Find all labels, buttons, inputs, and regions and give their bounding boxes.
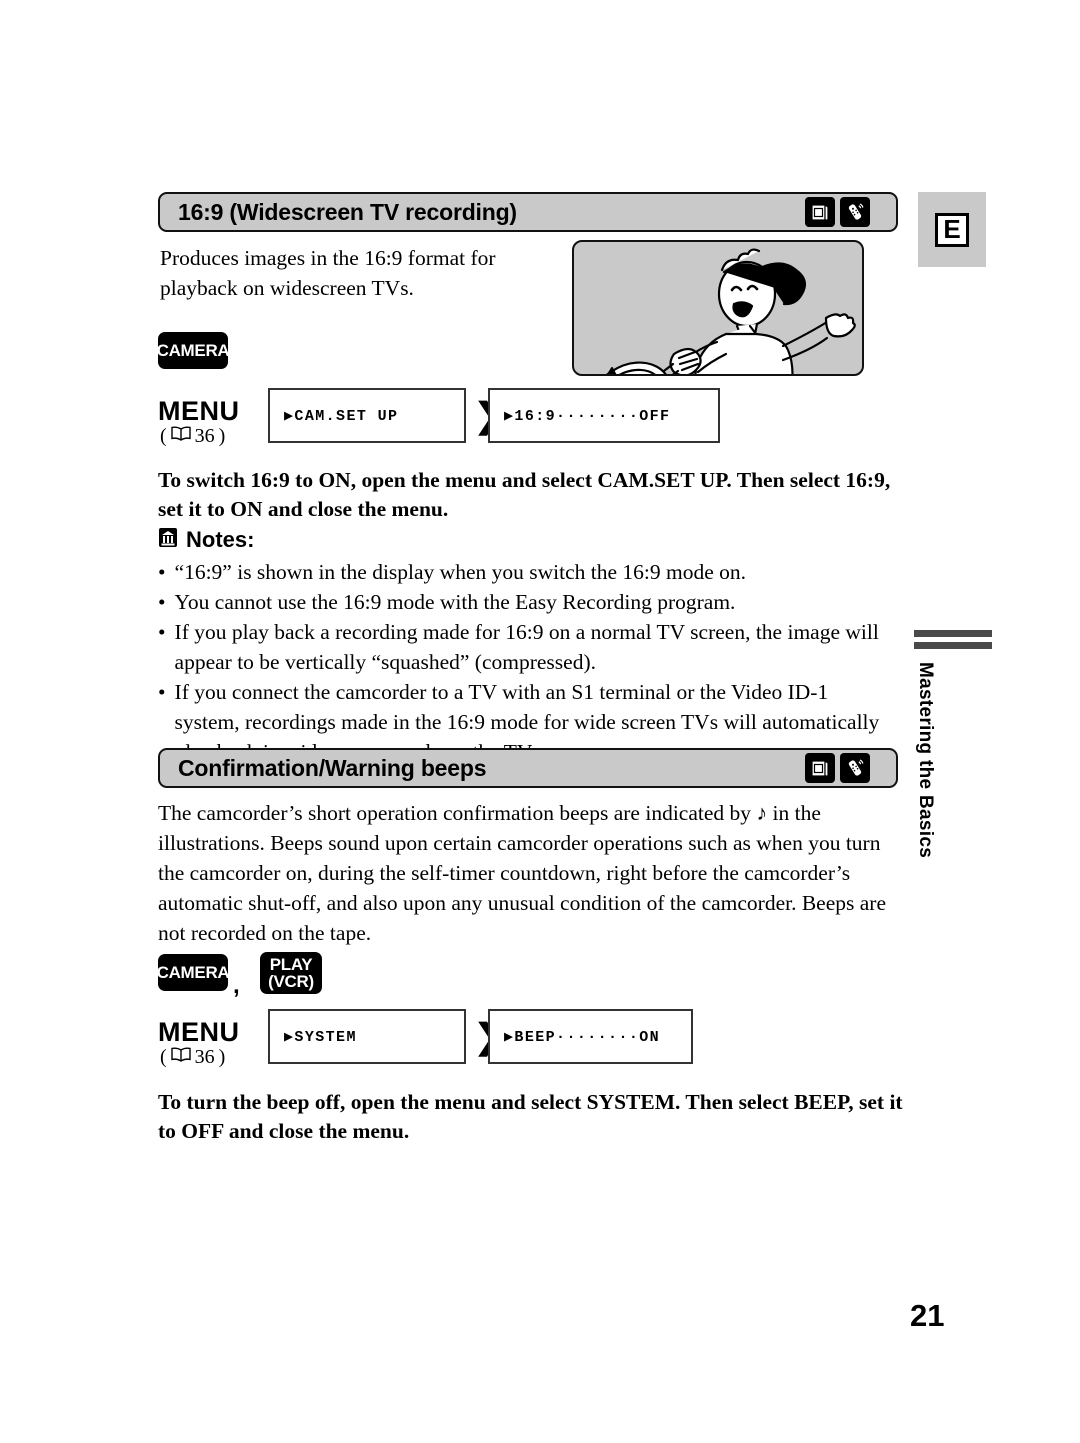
section-title: 16:9 (Widescreen TV recording) — [178, 198, 517, 225]
section-header-beeps: Confirmation/Warning beeps — [158, 748, 898, 788]
menu-screen-system: ▶SYSTEM — [268, 1009, 466, 1064]
menu-screen-text: ▶16:9········OFF — [504, 408, 671, 425]
side-rule-group — [914, 630, 992, 654]
note-item: • You cannot use the 16:9 mode with the … — [158, 587, 898, 617]
header-icon-group — [805, 753, 870, 783]
book-icon — [170, 1046, 191, 1069]
menu-page-ref-widescreen: ( 36) — [160, 425, 225, 448]
badge-separator: , — [233, 972, 240, 999]
paren-close: ) — [218, 425, 226, 447]
language-tab-letter: E — [935, 212, 969, 247]
mode-badge-label: CAMERA — [156, 340, 230, 360]
manual-page: 16:9 (Widescreen TV recording) Produces … — [0, 0, 1080, 1443]
note-item: • If you play back a recording made for … — [158, 617, 898, 677]
mode-badge-label-line1: PLAY — [269, 954, 313, 974]
menu-screen-text: ▶SYSTEM — [284, 1029, 357, 1046]
menu-screen-text: ▶CAM.SET UP — [284, 408, 399, 425]
widescreen-intro-text: Produces images in the 16:9 format for p… — [160, 246, 496, 300]
side-chapter-label: Mastering the Basics — [915, 662, 936, 859]
section-header-widescreen: 16:9 (Widescreen TV recording) — [158, 192, 898, 232]
widescreen-instruction: To switch 16:9 to ON, open the menu and … — [158, 468, 891, 521]
note-text: You cannot use the 16:9 mode with the Ea… — [174, 590, 736, 614]
language-tab: E — [918, 192, 986, 267]
note-item: • “16:9” is shown in the display when yo… — [158, 557, 898, 587]
tape-icon — [805, 753, 835, 783]
page-number: 21 — [910, 1298, 945, 1333]
beeps-instruction: To turn the beep off, open the menu and … — [158, 1090, 903, 1143]
page-ref-number: 36 — [194, 1046, 215, 1068]
illustration-girl-playing-tennis — [572, 240, 864, 376]
note-text: “16:9” is shown in the display when you … — [174, 560, 747, 584]
remote-icon — [840, 753, 870, 783]
paren-close: ) — [218, 1046, 226, 1068]
bullet: • — [158, 560, 166, 584]
menu-screen-beep: ▶BEEP········ON — [488, 1009, 693, 1064]
menu-label-widescreen: MENU — [158, 396, 240, 426]
page-ref-number: 36 — [194, 425, 215, 447]
notes-label: Notes: — [186, 527, 255, 552]
notes-book-icon — [158, 526, 178, 554]
side-rule — [914, 630, 992, 637]
remote-icon — [840, 197, 870, 227]
notes-list: • “16:9” is shown in the display when yo… — [158, 557, 898, 767]
menu-label-beeps: MENU — [158, 1017, 240, 1047]
mode-badge-label: CAMERA — [156, 962, 230, 982]
mode-badge-play-vcr: PLAY (VCR) — [260, 952, 322, 994]
book-icon — [170, 425, 191, 448]
bullet: • — [158, 590, 166, 614]
section-title: Confirmation/Warning beeps — [178, 754, 487, 781]
bullet: • — [158, 620, 166, 644]
side-rule — [914, 642, 992, 649]
menu-screen-cam-setup: ▶CAM.SET UP — [268, 388, 466, 443]
tape-icon — [805, 197, 835, 227]
menu-screen-169: ▶16:9········OFF — [488, 388, 720, 443]
note-text: If you play back a recording made for 16… — [174, 620, 879, 674]
mode-badge-label-line2: (VCR) — [268, 972, 314, 991]
paren-open: ( — [160, 1046, 167, 1068]
menu-page-ref-beeps: ( 36) — [160, 1046, 225, 1069]
mode-badge-camera: CAMERA — [156, 332, 230, 369]
notes-heading: Notes: — [158, 526, 254, 554]
menu-screen-text: ▶BEEP········ON — [504, 1029, 661, 1046]
beeps-intro-text: The camcorder’s short operation confirma… — [158, 801, 887, 945]
header-icon-group — [805, 197, 870, 227]
paren-open: ( — [160, 425, 167, 447]
bullet: • — [158, 680, 166, 704]
mode-badge-camera: CAMERA — [156, 954, 230, 991]
